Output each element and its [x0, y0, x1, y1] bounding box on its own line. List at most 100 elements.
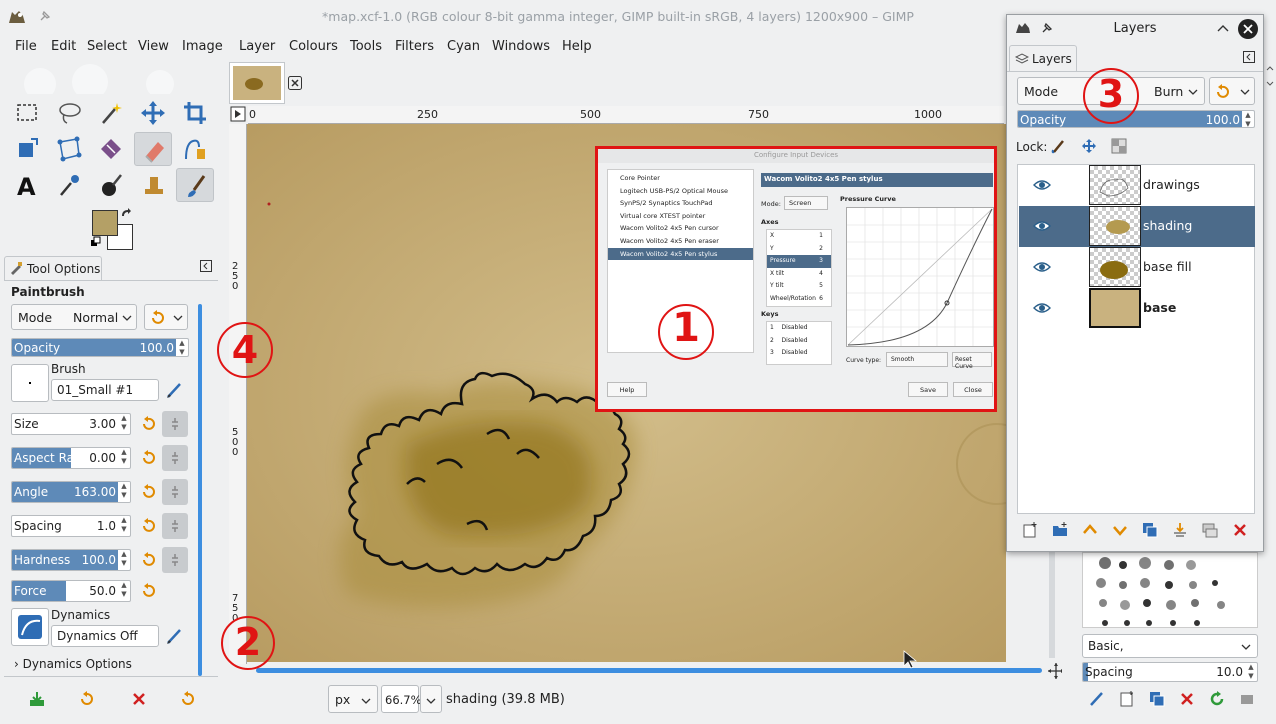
spacing-spin[interactable]: ▲ ▼ — [118, 516, 130, 536]
panel-menu-icon[interactable] — [200, 260, 212, 272]
size-slider[interactable]: Size 3.00 ▲ ▼ — [11, 413, 131, 435]
visibility-eye-icon[interactable] — [1033, 220, 1051, 232]
default-colors-icon[interactable] — [90, 236, 102, 248]
cage-transform-tool[interactable] — [50, 132, 88, 166]
zoom-dropdown[interactable] — [420, 685, 442, 713]
unit-select[interactable]: px — [328, 685, 378, 713]
new-layer-icon[interactable] — [1021, 521, 1039, 539]
dynamics-preview[interactable] — [11, 608, 49, 646]
delete-brush-icon[interactable] — [1178, 690, 1196, 708]
reset-force-icon[interactable] — [140, 583, 156, 599]
horizontal-scrollbar[interactable] — [256, 668, 1042, 673]
spacing-slider[interactable]: Spacing 1.0 ▲ ▼ — [11, 515, 131, 537]
spacing-link-button[interactable] — [162, 513, 188, 539]
size-spin[interactable]: ▲ ▼ — [118, 414, 130, 434]
new-brush-icon[interactable] — [1118, 690, 1136, 708]
layer-row-shading[interactable]: shading — [1019, 206, 1255, 247]
lower-layer-icon[interactable] — [1111, 521, 1129, 539]
axis-row[interactable]: Y tilt 5 — [767, 280, 831, 293]
minimize-icon[interactable] — [1217, 23, 1229, 33]
refresh-brushes-icon[interactable] — [1208, 690, 1226, 708]
force-slider[interactable]: Force 50.0 ▲ ▼ — [11, 580, 131, 602]
axis-row[interactable]: X tilt 4 — [767, 268, 831, 281]
angle-slider[interactable]: Angle 163.00 ▲ ▼ — [11, 481, 131, 503]
axis-row[interactable]: Wheel/Rotation 6 — [767, 293, 831, 306]
free-select-tool[interactable] — [50, 96, 88, 130]
size-link-button[interactable] — [162, 411, 188, 437]
device-item[interactable]: SynPS/2 Synaptics TouchPad — [608, 197, 753, 210]
key-row[interactable]: 2 Disabled — [767, 335, 831, 348]
dynamics-field[interactable]: Dynamics Off — [51, 625, 159, 647]
paint-mode-select[interactable]: Mode Normal — [11, 304, 137, 330]
edit-brush-icon[interactable] — [1088, 690, 1106, 708]
dialog-close-button[interactable]: Close — [953, 382, 993, 397]
duplicate-brush-icon[interactable] — [1148, 690, 1166, 708]
restore-options-icon[interactable] — [78, 690, 96, 708]
angle-link-button[interactable] — [162, 479, 188, 505]
axis-row[interactable]: X1 — [767, 230, 831, 243]
menu-view[interactable]: View — [138, 39, 169, 54]
reset-aspect-icon[interactable] — [140, 450, 156, 466]
opacity-slider[interactable]: Opacity 100.0 ▲ ▼ — [11, 338, 189, 357]
raise-layer-icon[interactable] — [1081, 521, 1099, 539]
crop-tool[interactable] — [176, 96, 214, 130]
lock-alpha-icon[interactable] — [1111, 138, 1127, 154]
device-item[interactable]: Wacom Volito2 4x5 Pen cursor — [608, 222, 753, 235]
rect-select-tool[interactable] — [8, 96, 46, 130]
edit-dynamics-icon[interactable] — [165, 626, 185, 646]
eraser-tool[interactable] — [134, 132, 172, 166]
aspect-spin[interactable]: ▲ ▼ — [118, 448, 130, 468]
swap-colors-icon[interactable] — [120, 208, 132, 220]
aspect-ratio-slider[interactable]: Aspect Ratio 0.00 ▲ ▼ — [11, 447, 131, 469]
angle-spin[interactable]: ▲ ▼ — [118, 482, 130, 502]
unified-transform-tool[interactable] — [8, 132, 46, 166]
layer-mode-reset[interactable] — [1209, 77, 1255, 105]
delete-options-icon[interactable] — [130, 690, 148, 708]
dock-scroll-icon[interactable] — [1265, 64, 1275, 88]
lock-position-icon[interactable] — [1081, 138, 1097, 154]
ink-tool[interactable] — [92, 168, 130, 202]
reset-spacing-icon[interactable] — [140, 518, 156, 534]
foreground-color-swatch[interactable] — [92, 210, 118, 236]
quick-mask-icon[interactable] — [230, 106, 246, 122]
dialog-mode-select[interactable]: Screen — [784, 196, 828, 210]
menu-filters[interactable]: Filters — [395, 39, 434, 54]
mode-reset-select[interactable] — [144, 304, 188, 330]
dialog-save-button[interactable]: Save — [908, 382, 948, 397]
menu-cyan[interactable]: Cyan — [447, 39, 480, 54]
key-row[interactable]: 3 Disabled — [767, 347, 831, 360]
axis-row-selected[interactable]: Pressure 3 — [767, 255, 831, 268]
delete-layer-icon[interactable] — [1231, 521, 1249, 539]
reset-curve-button[interactable]: Reset Curve — [952, 352, 992, 370]
text-tool[interactable]: A — [8, 168, 46, 202]
device-item[interactable]: Logitech USB-PS/2 Optical Mouse — [608, 185, 753, 198]
duplicate-layer-icon[interactable] — [1141, 521, 1159, 539]
hardness-spin[interactable]: ▲ ▼ — [118, 550, 130, 570]
hardness-link-button[interactable] — [162, 547, 188, 573]
reset-size-icon[interactable] — [140, 416, 156, 432]
reset-options-icon[interactable] — [179, 690, 197, 708]
warp-transform-tool[interactable] — [92, 132, 130, 166]
device-item[interactable]: Core Pointer — [608, 172, 753, 185]
device-item[interactable]: Virtual core XTEST pointer — [608, 210, 753, 223]
fuzzy-select-tool[interactable] — [92, 96, 130, 130]
device-item[interactable]: Wacom Volito2 4x5 Pen eraser — [608, 235, 753, 248]
layer-row-base[interactable]: base — [1019, 288, 1255, 329]
brush-name-field[interactable]: 01_Small #1 — [51, 379, 159, 401]
tab-tool-options[interactable]: Tool Options — [4, 256, 102, 280]
layer-opacity-spin[interactable]: ▲ ▼ — [1242, 111, 1254, 127]
edit-brush-icon[interactable] — [165, 380, 185, 400]
tool-options-scrollbar[interactable] — [198, 304, 202, 676]
panel-menu-icon[interactable] — [1243, 51, 1255, 63]
menu-image[interactable]: Image — [182, 39, 223, 54]
menu-windows[interactable]: Windows — [492, 39, 550, 54]
tab-layers[interactable]: Layers — [1009, 45, 1077, 71]
clone-tool[interactable] — [176, 132, 214, 166]
menu-file[interactable]: File — [15, 39, 37, 54]
brush-to-image-icon[interactable] — [1238, 690, 1256, 708]
image-tab[interactable] — [229, 62, 285, 104]
layer-row-base-fill[interactable]: base fill — [1019, 247, 1255, 288]
menu-colours[interactable]: Colours — [289, 39, 338, 54]
device-item-selected[interactable]: Wacom Volito2 4x5 Pen stylus — [608, 247, 753, 261]
menu-tools[interactable]: Tools — [350, 39, 382, 54]
